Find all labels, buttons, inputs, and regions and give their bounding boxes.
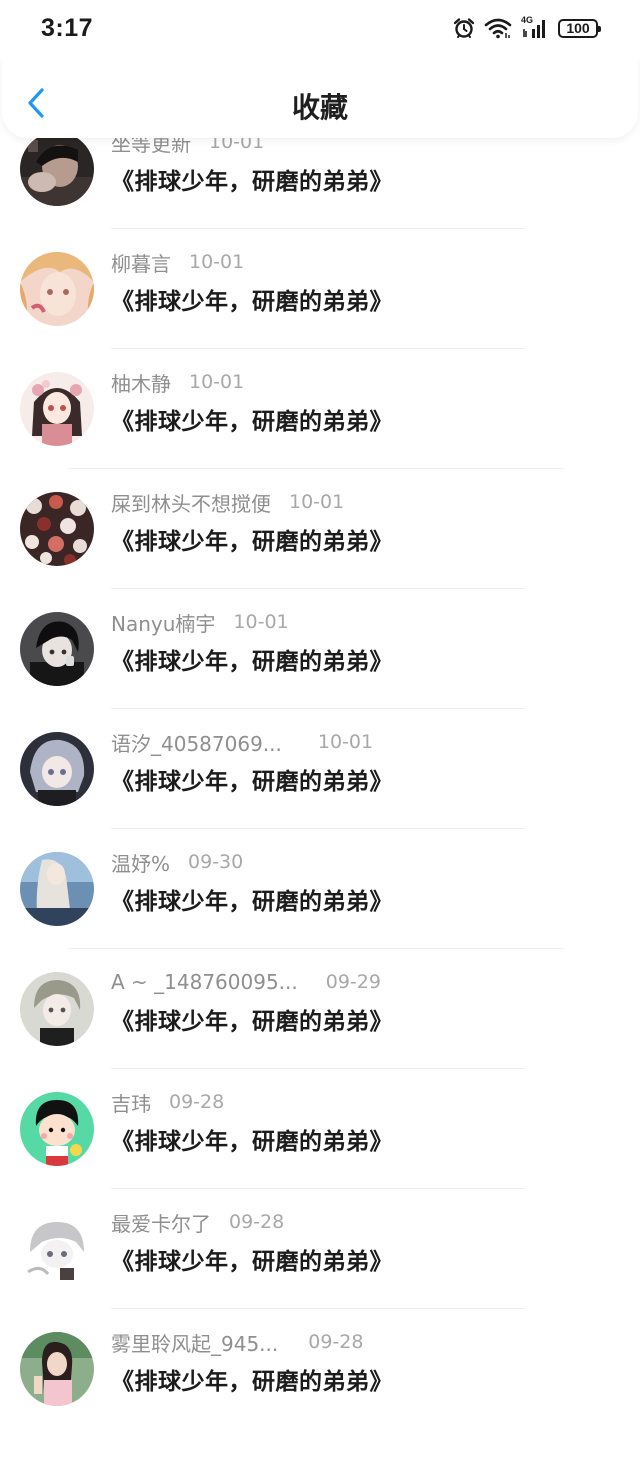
date: 09-28 (308, 1331, 364, 1353)
username[interactable]: 吉玮 (111, 1088, 151, 1117)
item-title[interactable]: 《排球少年，研磨的弟弟》 (111, 1002, 393, 1036)
avatar[interactable] (20, 252, 94, 326)
list-item[interactable]: A ~ _148760095... 09-29 《排球少年，研磨的弟弟》 (0, 970, 640, 1100)
list-item[interactable]: 温妤% 09-30 《排球少年，研磨的弟弟》 (0, 851, 640, 980)
status-time: 3:17 (41, 14, 94, 42)
avatar[interactable] (20, 1332, 94, 1406)
item-title[interactable]: 《排球少年，研磨的弟弟》 (111, 762, 393, 796)
wifi-icon (484, 17, 512, 39)
list-item[interactable]: 屎到林头不想搅便 10-01 《排球少年，研磨的弟弟》 (0, 491, 640, 620)
date: 10-01 (189, 371, 245, 393)
list-item[interactable]: 最爱卡尔了 09-28 《排球少年，研磨的弟弟》 (0, 1211, 640, 1340)
username[interactable]: 屎到林头不想搅便 (111, 488, 271, 517)
avatar[interactable] (20, 1212, 94, 1286)
divider (111, 1068, 526, 1069)
divider (111, 588, 526, 589)
username[interactable]: 温妤% (111, 848, 170, 877)
battery-level: 100 (566, 20, 590, 36)
avatar[interactable] (20, 972, 94, 1046)
date: 09-28 (229, 1211, 285, 1233)
username-line: A ~ _148760095... 09-29 (111, 968, 381, 996)
divider (111, 708, 526, 709)
username-line: 温妤% 09-30 (111, 848, 243, 876)
username[interactable]: A ~ _148760095... (111, 970, 298, 994)
list-item[interactable]: 坐等更新 10-01 《排球少年，研磨的弟弟》 (0, 131, 640, 260)
avatar[interactable] (20, 612, 94, 686)
list-item[interactable]: 吉玮 09-28 《排球少年，研磨的弟弟》 (0, 1091, 640, 1220)
username[interactable]: 柳暮言 (111, 248, 171, 277)
item-title[interactable]: 《排球少年，研磨的弟弟》 (111, 282, 393, 316)
item-title[interactable]: 《排球少年，研磨的弟弟》 (111, 642, 393, 676)
date: 09-28 (169, 1091, 225, 1113)
divider (111, 1308, 526, 1309)
list-item[interactable]: 语汐_40587069... 10-01 《排球少年，研磨的弟弟》 (0, 731, 640, 860)
avatar[interactable] (20, 132, 94, 206)
divider (111, 228, 526, 229)
divider (111, 1188, 526, 1189)
header-bar: 收藏 (2, 58, 638, 138)
date: 10-01 (189, 251, 245, 273)
username-line: 屎到林头不想搅便 10-01 (111, 488, 344, 516)
username[interactable]: 柚木静 (111, 368, 171, 397)
item-title[interactable]: 《排球少年，研磨的弟弟》 (111, 882, 393, 916)
item-title[interactable]: 《排球少年，研磨的弟弟》 (111, 402, 393, 436)
username-line: 柚木静 10-01 (111, 368, 244, 396)
cellular-signal-icon: 4G (521, 15, 549, 39)
avatar[interactable] (20, 492, 94, 566)
item-title[interactable]: 《排球少年，研磨的弟弟》 (111, 522, 393, 556)
date: 10-01 (289, 491, 345, 513)
divider (111, 348, 526, 349)
username-line: 雾里聆风起_945... 09-28 (111, 1328, 363, 1356)
status-icons: 4G 100 (453, 15, 601, 39)
divider (68, 948, 564, 949)
date: 10-01 (317, 731, 374, 753)
username[interactable]: Nanyu楠宇 (111, 608, 215, 637)
item-title[interactable]: 《排球少年，研磨的弟弟》 (111, 162, 393, 196)
username[interactable]: 语汐_40587069... (111, 728, 282, 757)
date: 09-29 (325, 971, 381, 993)
divider (111, 828, 526, 829)
username[interactable]: 最爱卡尔了 (111, 1208, 211, 1237)
avatar[interactable] (20, 1092, 94, 1166)
username-line: Nanyu楠宇 10-01 (111, 608, 289, 636)
item-title[interactable]: 《排球少年，研磨的弟弟》 (111, 1362, 393, 1396)
username-line: 吉玮 09-28 (111, 1088, 224, 1116)
item-title[interactable]: 《排球少年，研磨的弟弟》 (111, 1242, 393, 1276)
list-item[interactable]: Nanyu楠宇 10-01 《排球少年，研磨的弟弟》 (0, 611, 640, 740)
username[interactable]: 雾里聆风起_945... (111, 1328, 278, 1357)
avatar[interactable] (20, 372, 94, 446)
list-item[interactable]: 柚木静 10-01 《排球少年，研磨的弟弟》 (0, 371, 640, 500)
status-bar: 3:17 4G 100 (0, 0, 640, 58)
divider (68, 468, 564, 469)
date: 10-01 (233, 611, 289, 633)
username-line: 语汐_40587069... 10-01 (111, 728, 373, 756)
date: 09-30 (188, 851, 244, 873)
list-item[interactable]: 雾里聆风起_945... 09-28 《排球少年，研磨的弟弟》 (0, 1331, 640, 1460)
list-item[interactable]: 柳暮言 10-01 《排球少年，研磨的弟弟》 (0, 251, 640, 380)
page-title: 收藏 (291, 91, 348, 124)
alarm-icon (453, 17, 475, 39)
username-line: 柳暮言 10-01 (111, 248, 244, 276)
username-line: 最爱卡尔了 09-28 (111, 1208, 284, 1236)
avatar[interactable] (20, 732, 94, 806)
avatar[interactable] (20, 852, 94, 926)
battery-icon: 100 (558, 18, 601, 38)
item-title[interactable]: 《排球少年，研磨的弟弟》 (111, 1122, 393, 1156)
